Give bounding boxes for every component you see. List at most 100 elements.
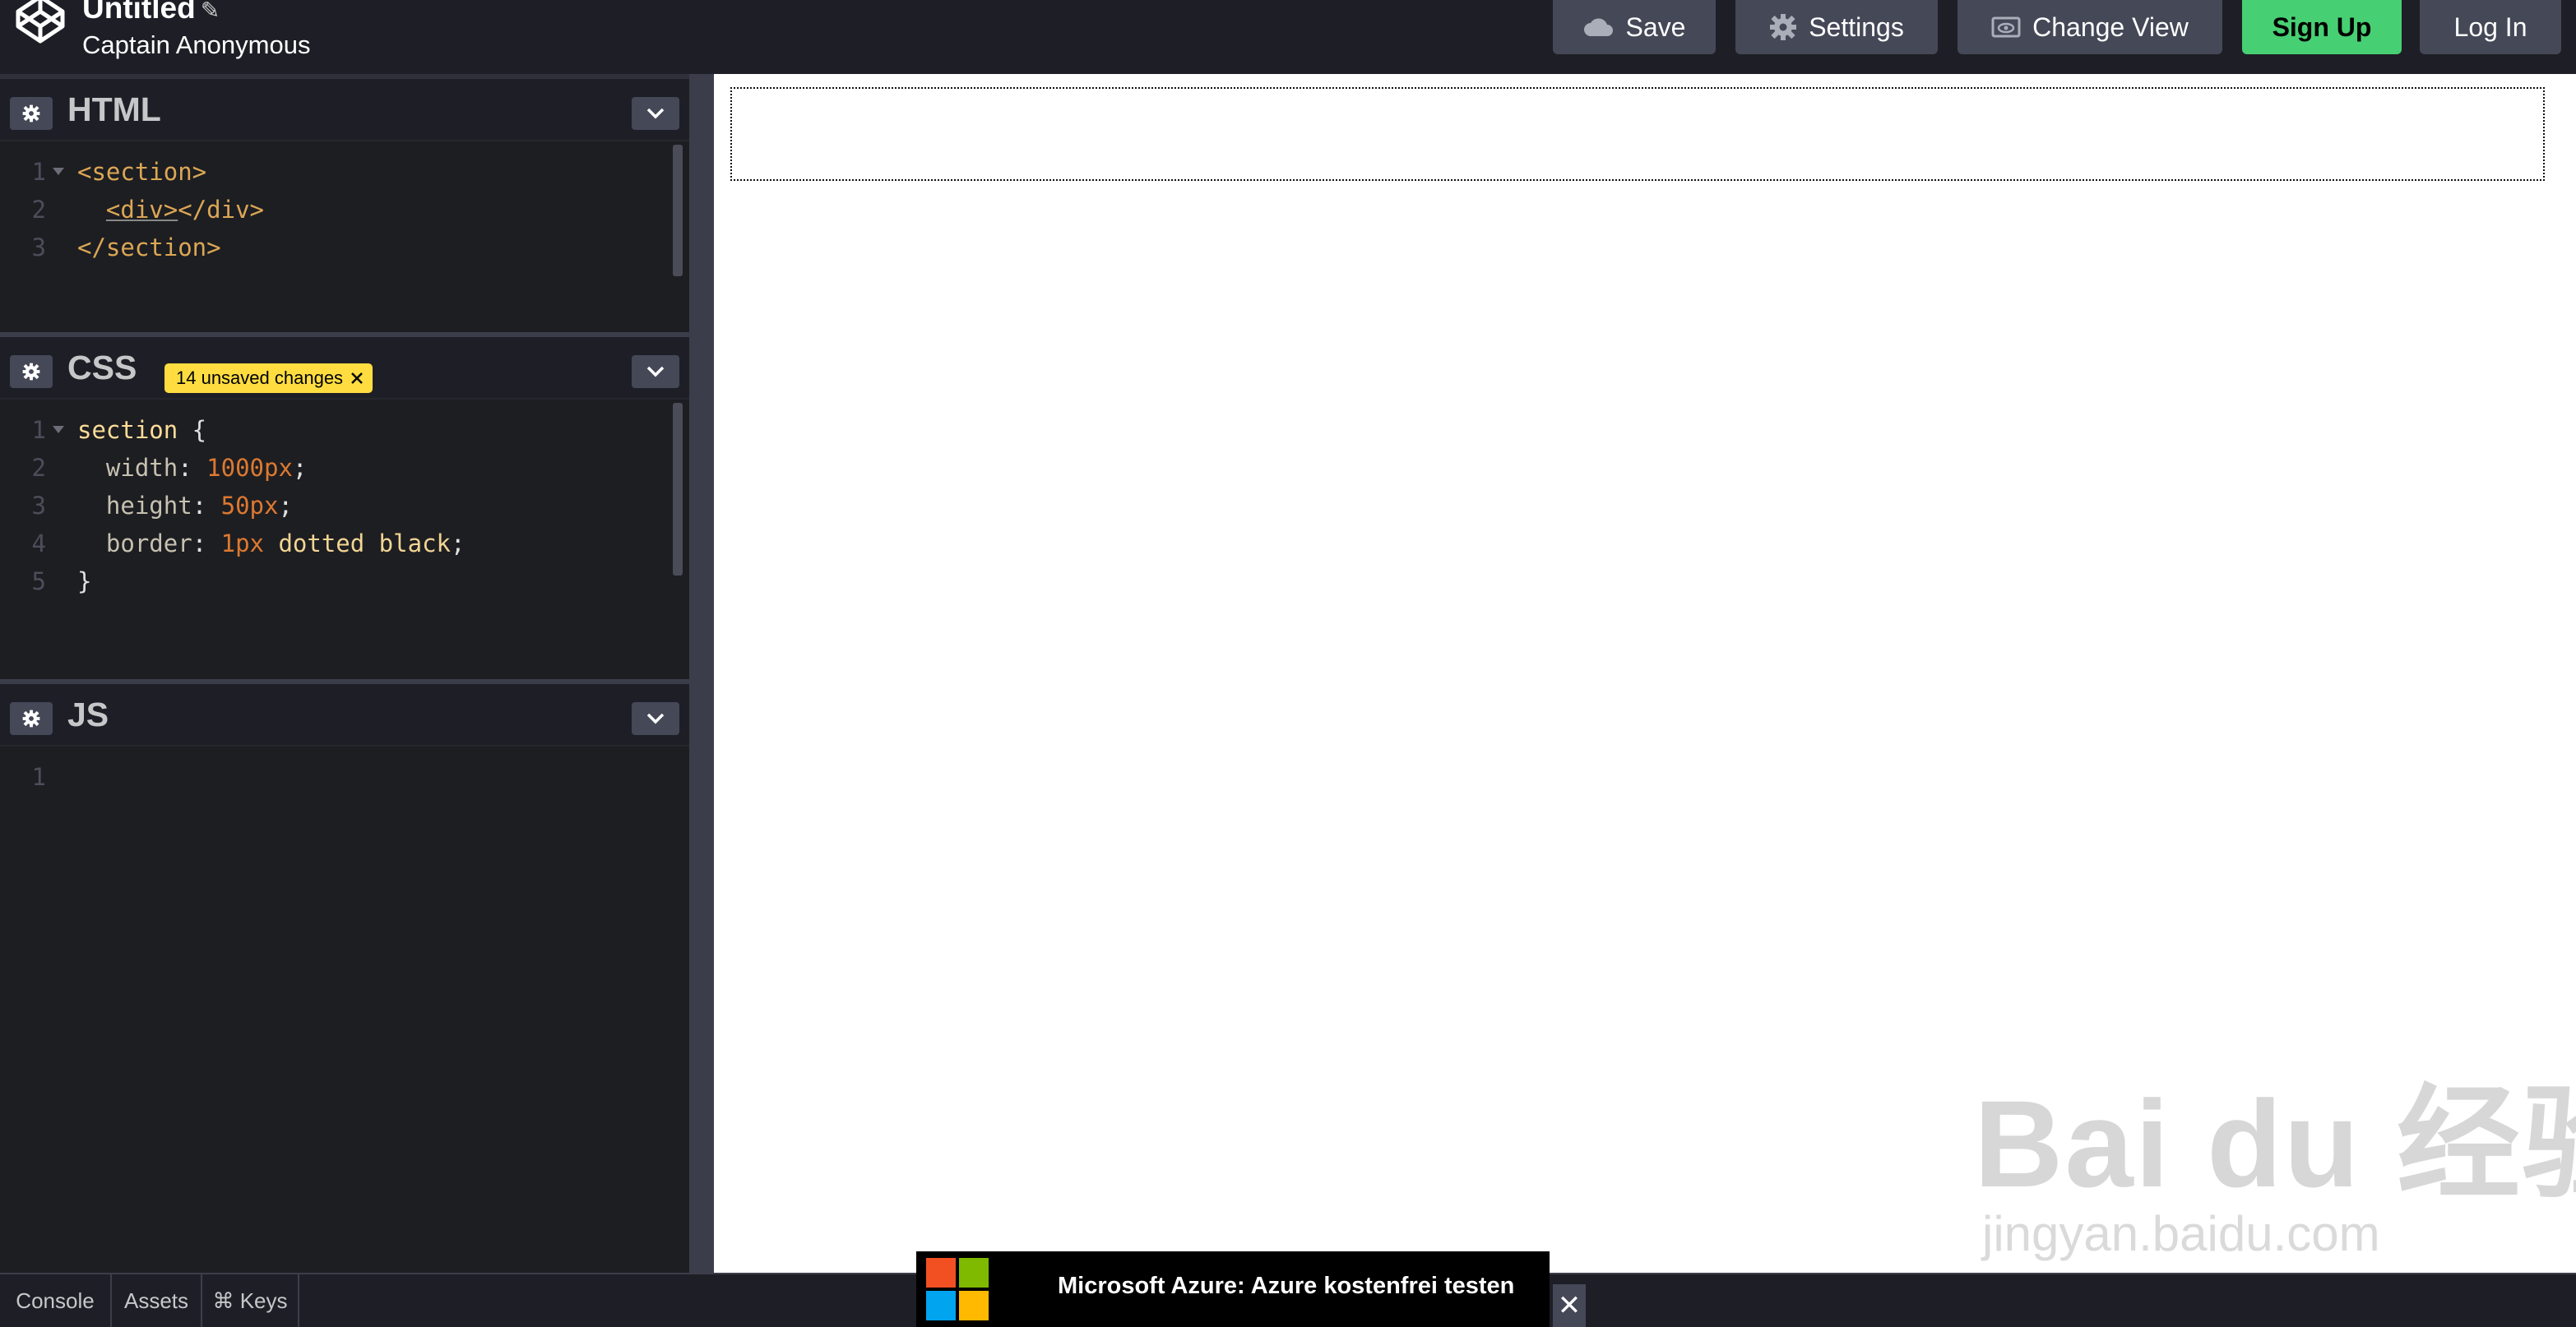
settings-button[interactable]: Settings [1735,0,1938,54]
html-collapse-button[interactable] [632,97,679,130]
preview-section-box [730,87,2545,181]
code-text: </section> [77,229,221,266]
line-number: 2 [31,454,46,482]
close-icon[interactable] [350,371,364,386]
baidu-watermark: Bai du 经验 [1974,1075,2576,1213]
js-editor: JS 1 [0,684,689,1273]
author-name[interactable]: Captain Anonymous [82,29,310,62]
js-editor-title: JS [67,696,109,733]
pen-title[interactable]: Untitled ✎ [82,0,310,27]
line-number: 1 [31,416,46,444]
code-token: dotted black [278,529,451,557]
logo-square [926,1258,956,1288]
logo-square [926,1291,956,1320]
css-code-area[interactable]: 1 section {2 width: 1000px; 3 height: 50px… [0,411,666,600]
console-tab[interactable]: Console [0,1274,112,1327]
gear-icon [22,363,40,381]
code-text: <section> [77,153,206,191]
code-text: border: 1px dotted black; [77,525,466,562]
code-token: ; [450,529,466,557]
code-line[interactable]: 2 <div></div> [0,191,666,229]
code-token: : [178,454,207,482]
code-text: <div></div> [77,191,264,229]
line-number: 3 [31,492,46,520]
code-token: { [178,416,207,444]
code-token: 1000px [206,454,293,482]
change-view-button[interactable]: Change View [1957,0,2222,54]
save-label: Save [1625,12,1686,42]
log-in-button[interactable]: Log In [2420,0,2561,54]
code-line[interactable]: 3 </section> [0,229,666,266]
code-line[interactable]: 1 <section> [0,153,666,191]
code-line[interactable]: 2 width: 1000px; [0,449,666,487]
change-view-label: Change View [2032,12,2189,42]
log-in-label: Log In [2453,12,2527,42]
code-token: </section> [77,233,221,261]
chevron-down-icon [646,713,665,724]
ad-close-button[interactable]: ✕ [1553,1284,1586,1327]
code-token: width [105,454,178,482]
editor-preview-resizer[interactable] [689,74,714,1273]
eye-icon [1991,16,2021,38]
code-token: <div> [105,196,178,224]
code-token: section [77,416,178,444]
css-scrollbar[interactable] [673,403,683,576]
gear-icon [1770,14,1797,40]
baidu-watermark-url: jingyan.baidu.com [1982,1206,2380,1261]
code-text: section { [77,411,206,449]
code-token: </div> [178,196,264,224]
css-settings-button[interactable] [10,355,53,388]
ad-text[interactable]: Microsoft Azure: Azure kostenfrei testen [1058,1273,1514,1300]
js-collapse-button[interactable] [632,702,679,735]
sign-up-label: Sign Up [2272,12,2372,42]
pencil-icon[interactable]: ✎ [201,0,220,23]
code-text: width: 1000px; [77,449,307,487]
top-header: Untitled ✎ Captain Anonymous Save Setting… [0,0,2576,74]
html-settings-button[interactable] [10,97,53,130]
js-code-area[interactable]: 1 [0,758,666,796]
assets-tab[interactable]: Assets [112,1274,202,1327]
code-token: 1px [220,529,264,557]
code-line[interactable]: 3 height: 50px; [0,487,666,525]
fold-arrow-icon[interactable] [53,168,64,175]
fold-arrow-icon[interactable] [53,426,64,433]
codepen-logo-icon[interactable] [12,0,69,48]
code-token: <section> [77,158,207,186]
code-token: 50px [220,492,279,520]
code-text: height: 50px; [77,487,293,525]
unsaved-changes-badge[interactable]: 14 unsaved changes [164,363,373,393]
ad-banner[interactable]: Microsoft Azure: Azure kostenfrei testen [916,1251,1550,1327]
settings-label: Settings [1809,12,1904,42]
line-number: 2 [31,196,46,224]
keys-tab[interactable]: ⌘ Keys [202,1274,299,1327]
css-editor: CSS 14 unsaved changes 1 section {2 width… [0,337,689,681]
code-token: ; [278,492,293,520]
css-editor-header: CSS 14 unsaved changes [0,337,689,400]
line-number: 1 [31,763,46,791]
code-token: border [105,529,192,557]
js-settings-button[interactable] [10,702,53,735]
html-scrollbar[interactable] [673,145,683,276]
logo-square [959,1258,989,1288]
code-line[interactable]: 1 [0,758,666,796]
code-line[interactable]: 5} [0,562,666,600]
code-line[interactable]: 4 border: 1px dotted black; [0,525,666,562]
logo-square [959,1291,989,1320]
code-token: : [192,492,221,520]
html-code-area[interactable]: 1 <section> 2 <div></div> 3 </section> [0,153,666,266]
code-line[interactable]: 1 section { [0,411,666,449]
chevron-down-icon [646,366,665,377]
microsoft-logo-icon [926,1258,989,1320]
css-collapse-button[interactable] [632,355,679,388]
sign-up-button[interactable]: Sign Up [2242,0,2402,54]
gear-icon [22,104,40,123]
line-number: 4 [31,529,46,557]
css-editor-title: CSS [67,349,137,386]
pen-title-block: Untitled ✎ Captain Anonymous [82,0,310,62]
chevron-down-icon [646,108,665,119]
line-number: 1 [31,158,46,186]
save-button[interactable]: Save [1553,0,1716,54]
